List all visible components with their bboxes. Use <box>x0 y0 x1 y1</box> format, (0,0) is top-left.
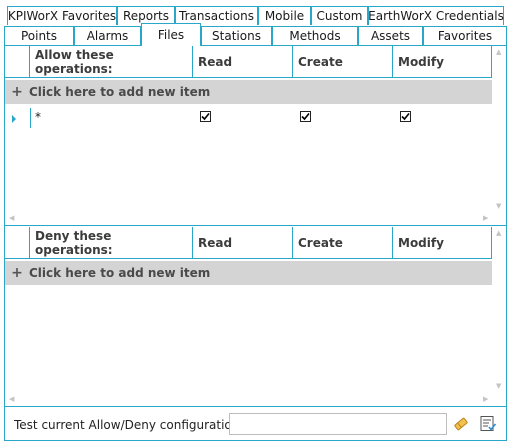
scroll-right-icon[interactable]: ▶ <box>483 215 488 222</box>
files-permissions-panel: Allow these operations: Read Create Modi… <box>4 45 507 441</box>
deny-create-column-header[interactable]: Create <box>293 227 393 258</box>
checkmark-icon <box>401 112 410 121</box>
tab-favorites[interactable]: Favorites <box>423 26 507 45</box>
allow-read-column-header[interactable]: Read <box>193 46 293 77</box>
allow-grid: Allow these operations: Read Create Modi… <box>5 46 506 226</box>
scroll-left-icon[interactable]: ◀ <box>9 396 14 403</box>
checkmark-icon <box>301 112 310 121</box>
allow-add-new-item-row[interactable]: + Click here to add new item <box>5 80 492 104</box>
create-checkbox[interactable] <box>300 111 311 122</box>
deny-operations-column-header[interactable]: Deny these operations: <box>30 227 193 258</box>
tab-points[interactable]: Points <box>4 26 74 45</box>
allow-operations-column-header[interactable]: Allow these operations: <box>30 46 193 77</box>
deny-add-new-item-row[interactable]: + Click here to add new item <box>5 261 492 285</box>
checkmark-icon <box>201 112 210 121</box>
tab-alarms[interactable]: Alarms <box>74 26 141 45</box>
plus-icon: + <box>11 84 23 100</box>
test-configuration-bar: Test current Allow/Deny configuration: <box>5 406 506 441</box>
deny-read-column-header[interactable]: Read <box>193 227 293 258</box>
scroll-down-icon[interactable]: ▼ <box>496 203 501 210</box>
row-indicator-header <box>5 46 30 77</box>
deny-add-new-item-label: Click here to add new item <box>29 266 211 280</box>
allow-add-new-item-label: Click here to add new item <box>29 85 211 99</box>
row-indicator-icon <box>11 112 17 126</box>
test-configuration-label: Test current Allow/Deny configuration: <box>14 418 244 432</box>
tab-assets[interactable]: Assets <box>358 26 423 45</box>
read-checkbox[interactable] <box>200 111 211 122</box>
allow-create-column-header[interactable]: Create <box>293 46 393 77</box>
tab-methods[interactable]: Methods <box>272 26 358 45</box>
scroll-right-icon[interactable]: ▶ <box>483 396 488 403</box>
scroll-up-icon[interactable]: ▲ <box>496 49 501 56</box>
row-indicator-header <box>5 227 30 258</box>
plus-icon: + <box>11 265 23 281</box>
tab-custom[interactable]: Custom <box>311 6 368 25</box>
deny-grid: Deny these operations: Read Create Modif… <box>5 227 506 406</box>
test-config-icon[interactable] <box>479 415 497 436</box>
scroll-up-icon[interactable]: ▲ <box>496 230 501 237</box>
tab-earthworx-credentials[interactable]: EarthWorX Credentials <box>368 6 504 25</box>
row-divider <box>30 108 31 128</box>
test-configuration-input[interactable] <box>229 413 447 435</box>
operation-cell[interactable]: * <box>35 110 41 124</box>
allow-vertical-scrollbar[interactable]: ▲ ▼ <box>493 46 506 224</box>
eraser-icon[interactable] <box>453 416 469 435</box>
deny-vertical-scrollbar[interactable]: ▲ ▼ <box>493 227 506 404</box>
tab-kpiworx-favorites[interactable]: KPIWorX Favorites <box>7 6 117 25</box>
allow-modify-column-header[interactable]: Modify <box>393 46 492 77</box>
deny-modify-column-header[interactable]: Modify <box>393 227 492 258</box>
tab-mobile[interactable]: Mobile <box>258 6 311 25</box>
modify-checkbox[interactable] <box>400 111 411 122</box>
tab-files[interactable]: Files <box>141 23 201 46</box>
scroll-down-icon[interactable]: ▼ <box>496 383 501 390</box>
allow-grid-header: Allow these operations: Read Create Modi… <box>5 46 492 78</box>
table-row[interactable]: * <box>5 106 492 130</box>
deny-grid-header: Deny these operations: Read Create Modif… <box>5 227 492 259</box>
tab-stations[interactable]: Stations <box>201 26 272 45</box>
scroll-left-icon[interactable]: ◀ <box>9 215 14 222</box>
